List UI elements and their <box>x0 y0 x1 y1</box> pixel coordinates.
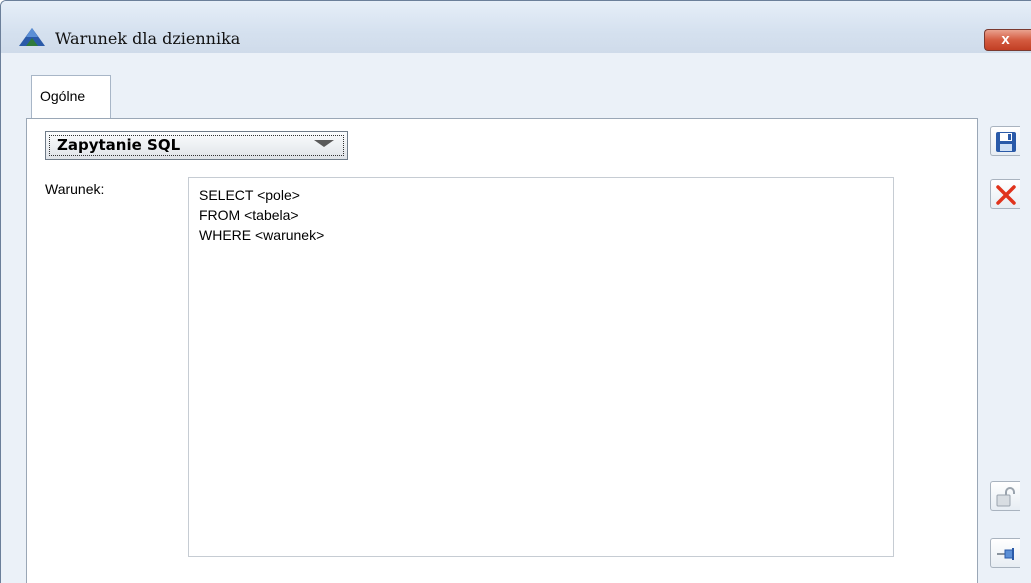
condition-line: FROM <tabela> <box>199 207 299 223</box>
cancel-button[interactable] <box>990 179 1020 209</box>
query-type-value: Zapytanie SQL <box>57 136 181 154</box>
save-icon <box>996 132 1016 152</box>
title-bar[interactable]: Warunek dla dziennika x <box>1 1 1031 53</box>
condition-label: Warunek: <box>45 181 105 197</box>
condition-line: SELECT <pole> <box>199 187 300 203</box>
condition-line: WHERE <warunek> <box>199 227 325 243</box>
window-title: Warunek dla dziennika <box>55 29 241 48</box>
query-type-select[interactable]: Zapytanie SQL <box>45 131 348 160</box>
save-button[interactable] <box>990 126 1020 156</box>
chevron-down-icon[interactable] <box>314 140 334 147</box>
dialog-window: Warunek dla dziennika x Ogólne Zapytanie… <box>0 0 1031 583</box>
app-logo-icon <box>19 28 45 46</box>
unlock-button[interactable] <box>990 481 1020 511</box>
pin-icon <box>997 548 1014 560</box>
unlock-icon <box>996 487 1015 507</box>
tab-ogolne[interactable]: Ogólne <box>31 75 111 119</box>
close-button[interactable]: x <box>984 29 1031 51</box>
cancel-icon <box>996 185 1016 205</box>
pin-button[interactable] <box>990 538 1020 568</box>
condition-textarea[interactable]: SELECT <pole> FROM <tabela> WHERE <warun… <box>188 177 894 557</box>
